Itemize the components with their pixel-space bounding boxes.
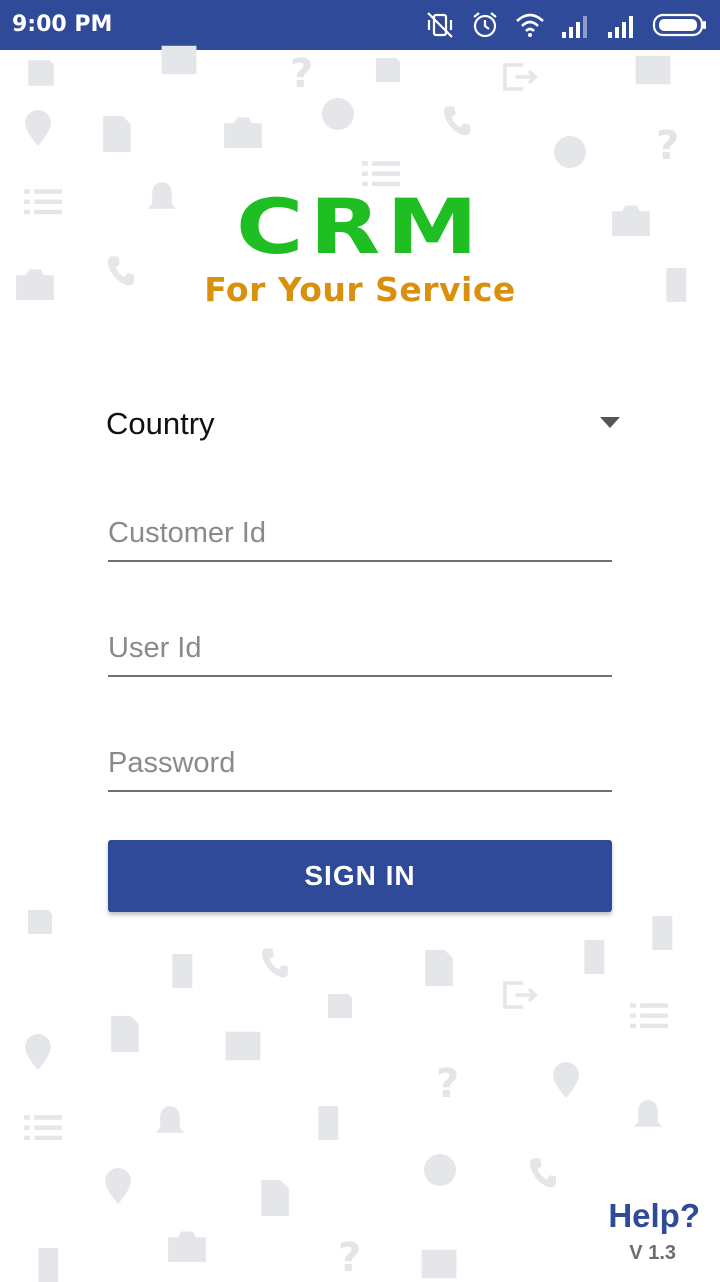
logout-icon — [502, 62, 538, 92]
camera-icon — [612, 204, 650, 236]
location-icon — [24, 1034, 52, 1070]
password-field-container — [108, 740, 612, 792]
version-label: V 1.3 — [629, 1242, 676, 1264]
wifi-icon — [514, 11, 546, 39]
image-icon — [224, 1030, 262, 1062]
help-link[interactable]: Help? — [608, 1197, 700, 1235]
image-icon — [420, 1248, 458, 1280]
signal-icon — [606, 12, 638, 38]
document-icon — [102, 116, 132, 152]
save-icon — [372, 54, 404, 86]
phone-icon — [262, 948, 288, 980]
camera-icon — [16, 268, 54, 300]
bell-icon — [634, 1100, 662, 1134]
save-icon — [24, 906, 56, 938]
signal-icon — [560, 12, 592, 38]
question-icon: ? — [436, 1061, 460, 1107]
list-icon — [24, 186, 62, 216]
document-icon — [260, 1180, 290, 1216]
save-icon — [324, 990, 356, 1022]
question-icon: ? — [656, 123, 680, 169]
status-icons — [424, 9, 708, 41]
customer-id-field-container — [108, 510, 612, 562]
sign-in-button[interactable]: SIGN IN — [108, 840, 612, 912]
camera-icon — [168, 1230, 206, 1262]
bell-icon — [156, 1106, 184, 1140]
globe-icon — [554, 136, 586, 168]
password-input[interactable] — [108, 740, 612, 786]
document-icon — [110, 1016, 140, 1052]
bell-icon — [148, 182, 176, 216]
globe-icon — [424, 1154, 456, 1186]
crm-logo: CRM For Your Service — [200, 190, 520, 320]
logout-icon — [502, 980, 538, 1010]
exit-icon — [172, 954, 204, 988]
status-bar: 9:00 PM — [0, 0, 720, 50]
user-id-field-container — [108, 625, 612, 677]
exit-icon — [318, 1106, 350, 1140]
phone-icon — [530, 1158, 556, 1190]
country-label: Country — [106, 406, 215, 441]
exit-icon — [652, 916, 684, 950]
battery-icon — [652, 13, 708, 37]
globe-icon — [322, 98, 354, 130]
logo-tagline: For Your Service — [204, 270, 516, 309]
exit-icon — [38, 1248, 70, 1282]
save-icon — [24, 56, 58, 90]
location-icon — [104, 1168, 132, 1204]
camera-icon — [224, 116, 262, 148]
location-icon — [552, 1062, 580, 1098]
vibrate-off-icon — [424, 9, 456, 41]
alarm-icon — [470, 10, 500, 40]
dropdown-arrow-icon — [600, 417, 620, 428]
document-icon — [424, 950, 454, 986]
phone-icon — [444, 106, 470, 138]
image-icon — [634, 54, 672, 86]
logo-title: CRM — [236, 183, 484, 272]
customer-id-input[interactable] — [108, 510, 612, 556]
user-id-input[interactable] — [108, 625, 612, 671]
location-icon — [24, 110, 52, 146]
question-icon: ? — [290, 51, 314, 97]
phone-icon — [108, 256, 134, 288]
country-dropdown[interactable]: Country — [106, 400, 626, 450]
question-icon: ? — [338, 1235, 362, 1281]
status-time: 9:00 PM — [12, 12, 113, 37]
exit-icon — [666, 268, 698, 302]
list-icon — [24, 1112, 62, 1142]
list-icon — [630, 1000, 668, 1030]
exit-icon — [584, 940, 616, 974]
